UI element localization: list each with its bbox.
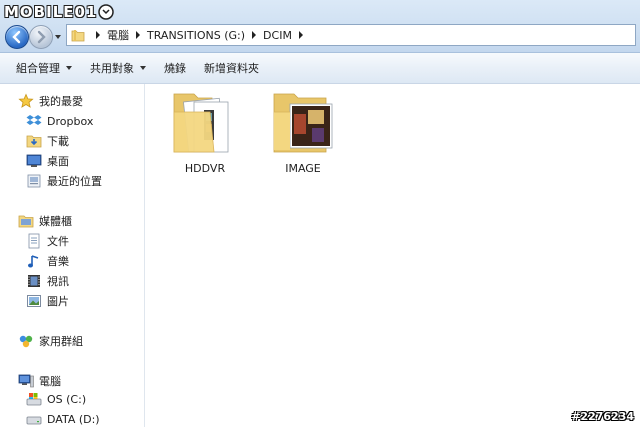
nav-recent-places[interactable]: 最近的位置 bbox=[26, 172, 102, 190]
nav-pictures[interactable]: 圖片 bbox=[26, 292, 69, 310]
folder-name: HDDVR bbox=[184, 162, 226, 175]
nav-music-label: 音樂 bbox=[47, 255, 69, 268]
documents-icon bbox=[28, 233, 40, 249]
new-folder-button[interactable]: 新增資料夾 bbox=[195, 56, 268, 80]
navigation-pane[interactable]: 我的最愛 Dropbox 下載 桌面 最近的位置 媒體櫃 文件 音樂 視訊 圖片… bbox=[0, 84, 145, 427]
nav-dropbox-label: Dropbox bbox=[47, 114, 94, 128]
breadcrumb-separator[interactable] bbox=[252, 31, 257, 39]
back-button[interactable] bbox=[5, 25, 29, 49]
nav-computer-label: 電腦 bbox=[39, 375, 61, 388]
organize-button[interactable]: 組合管理 bbox=[0, 56, 81, 80]
music-note-icon bbox=[28, 255, 39, 268]
libraries-icon bbox=[18, 215, 34, 228]
file-list[interactable]: HDDVR IMAGE bbox=[145, 84, 640, 427]
burn-label: 燒錄 bbox=[164, 62, 186, 75]
video-film-icon bbox=[28, 275, 40, 287]
nav-homegroup-label: 家用群組 bbox=[39, 335, 83, 348]
nav-drive-d[interactable]: DATA (D:) bbox=[26, 410, 100, 428]
nav-computer[interactable]: 電腦 bbox=[18, 372, 61, 390]
nav-desktop-label: 桌面 bbox=[47, 155, 69, 168]
folder-with-video-icon bbox=[173, 93, 229, 153]
pictures-icon bbox=[27, 295, 41, 307]
dropbox-icon bbox=[26, 115, 42, 125]
address-path-box[interactable]: 電腦 TRANSITIONS (G:) DCIM bbox=[66, 24, 636, 46]
forward-button[interactable] bbox=[29, 25, 53, 49]
nav-libraries[interactable]: 媒體櫃 bbox=[18, 212, 72, 230]
watermark-badge-icon bbox=[98, 4, 115, 20]
nav-music[interactable]: 音樂 bbox=[26, 252, 69, 270]
nav-videos[interactable]: 視訊 bbox=[26, 272, 69, 290]
command-bar: 組合管理 共用對象 燒錄 新增資料夾 bbox=[0, 53, 640, 84]
nav-favorites-label: 我的最愛 bbox=[39, 95, 83, 108]
nav-downloads-label: 下載 bbox=[47, 135, 69, 148]
nav-drive-c-label: OS (C:) bbox=[47, 392, 87, 406]
computer-icon bbox=[18, 374, 34, 388]
nav-documents[interactable]: 文件 bbox=[26, 232, 69, 250]
arrow-right-icon bbox=[37, 30, 46, 44]
recent-places-icon bbox=[27, 174, 41, 188]
photo-id-watermark: #2276234 bbox=[571, 410, 634, 423]
folder-icon bbox=[71, 29, 85, 41]
folder-item-hddvr[interactable]: HDDVR bbox=[165, 88, 245, 175]
nav-libraries-label: 媒體櫃 bbox=[39, 215, 72, 228]
windows-drive-icon bbox=[26, 393, 42, 406]
share-with-button[interactable]: 共用對象 bbox=[81, 56, 155, 80]
arrow-left-icon bbox=[12, 30, 21, 44]
nav-homegroup[interactable]: 家用群組 bbox=[18, 332, 83, 350]
nav-favorites[interactable]: 我的最愛 bbox=[18, 92, 83, 110]
nav-recent-places-label: 最近的位置 bbox=[47, 175, 102, 188]
homegroup-icon bbox=[19, 335, 33, 348]
folder-with-photo-icon bbox=[273, 93, 333, 153]
breadcrumb-computer[interactable]: 電腦 bbox=[107, 27, 129, 43]
breadcrumb-separator[interactable] bbox=[298, 31, 303, 39]
burn-button[interactable]: 燒錄 bbox=[155, 56, 195, 80]
breadcrumb-dcim[interactable]: DCIM bbox=[263, 29, 292, 42]
nav-documents-label: 文件 bbox=[47, 235, 69, 248]
hard-drive-icon bbox=[26, 416, 42, 425]
downloads-folder-icon bbox=[26, 135, 42, 148]
breadcrumb-separator[interactable] bbox=[96, 31, 100, 39]
nav-downloads[interactable]: 下載 bbox=[26, 132, 69, 150]
desktop-icon bbox=[26, 154, 42, 167]
share-with-label: 共用對象 bbox=[90, 62, 134, 75]
organize-label: 組合管理 bbox=[16, 62, 60, 75]
nav-drive-d-label: DATA (D:) bbox=[47, 412, 100, 426]
folder-item-image[interactable]: IMAGE bbox=[263, 88, 343, 175]
nav-videos-label: 視訊 bbox=[47, 275, 69, 288]
watermark-text: MOBILE01 bbox=[4, 3, 98, 21]
breadcrumb-drive[interactable]: TRANSITIONS (G:) bbox=[147, 29, 245, 42]
nav-dropbox[interactable]: Dropbox bbox=[26, 112, 93, 130]
breadcrumb-separator[interactable] bbox=[136, 31, 140, 39]
watermark: MOBILE01 bbox=[4, 2, 115, 22]
caret-down-icon bbox=[140, 66, 146, 70]
recent-pages-dropdown-icon[interactable] bbox=[54, 33, 62, 41]
new-folder-label: 新增資料夾 bbox=[204, 62, 259, 75]
address-bar-area: MOBILE01 電腦 TRANSITIONS (G:) DCIM bbox=[0, 0, 640, 53]
star-icon bbox=[18, 93, 34, 108]
nav-drive-c[interactable]: OS (C:) bbox=[26, 390, 86, 408]
nav-pictures-label: 圖片 bbox=[47, 295, 69, 308]
caret-down-icon bbox=[66, 66, 72, 70]
folder-name: IMAGE bbox=[285, 162, 321, 175]
nav-desktop[interactable]: 桌面 bbox=[26, 152, 69, 170]
